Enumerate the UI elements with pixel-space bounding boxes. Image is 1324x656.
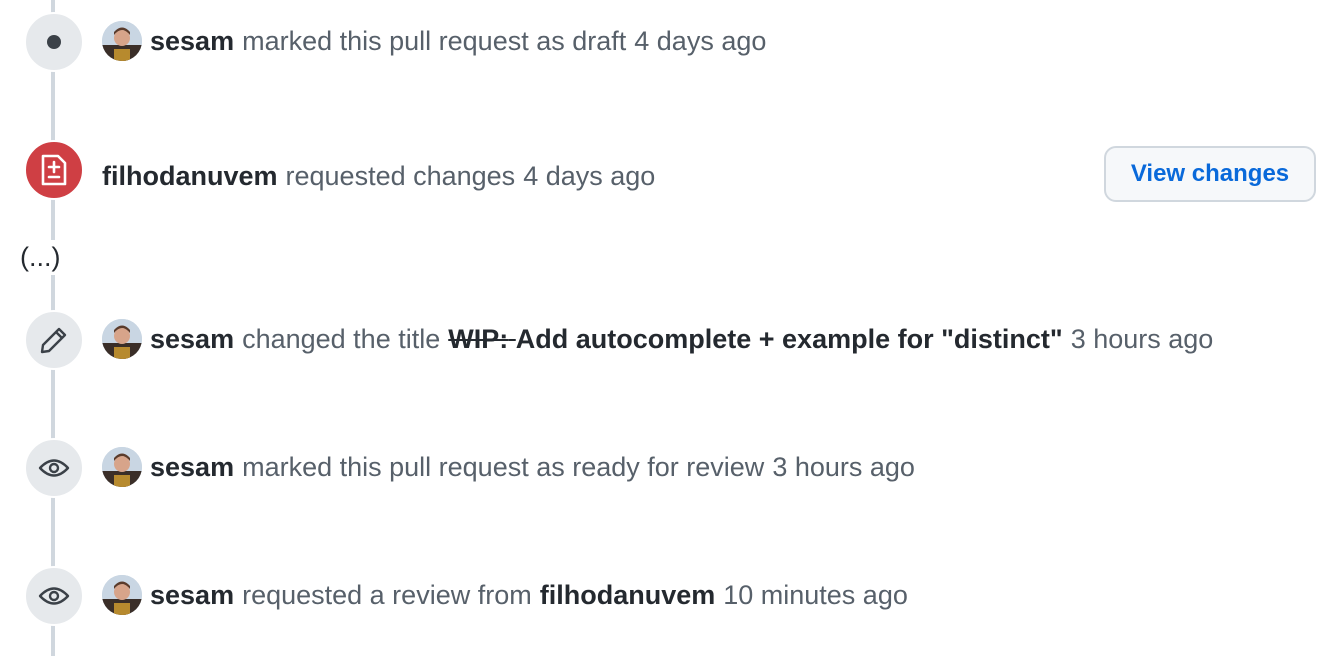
avatar[interactable]	[102, 575, 142, 615]
file-diff-icon	[39, 154, 69, 186]
event-text: marked this pull request as draft	[242, 25, 627, 56]
badge-review-requested	[24, 566, 84, 626]
avatar[interactable]	[102, 21, 142, 61]
event-time[interactable]: 10 minutes ago	[723, 580, 908, 611]
timeline-event-review-requested: sesam requested a review from filhodanuv…	[102, 575, 908, 615]
badge-draft	[24, 12, 84, 72]
badge-ready-for-review	[24, 438, 84, 498]
actor-link[interactable]: filhodanuvem	[102, 161, 278, 192]
timeline-event-changes-requested: filhodanuvem requested changes 4 days ag…	[102, 156, 655, 196]
event-time[interactable]: 4 days ago	[634, 26, 766, 57]
badge-changes-requested	[24, 140, 84, 200]
actor-link[interactable]: sesam	[150, 324, 234, 355]
event-time[interactable]: 3 hours ago	[772, 452, 915, 483]
old-title: WIP:	[448, 323, 509, 354]
avatar[interactable]	[102, 447, 142, 487]
eye-icon	[38, 457, 70, 479]
timeline-event-ready-for-review: sesam marked this pull request as ready …	[102, 447, 915, 487]
event-text: requested changes	[285, 160, 516, 191]
pencil-icon	[39, 325, 69, 355]
new-title: Add autocomplete + example for "distinct…	[515, 323, 1063, 354]
actor-link[interactable]: sesam	[150, 26, 234, 57]
event-text: changed the title	[242, 323, 441, 354]
timeline-event-draft: sesam marked this pull request as draft …	[102, 21, 766, 61]
timeline-event-title-changed: sesam changed the title WIP: Add autocom…	[102, 319, 1213, 359]
actor-link[interactable]: sesam	[150, 452, 234, 483]
actor-link[interactable]: sesam	[150, 580, 234, 611]
review-target-link[interactable]: filhodanuvem	[540, 580, 716, 611]
event-text: marked this pull request as ready for re…	[242, 451, 765, 482]
old-title-spacer	[508, 324, 516, 355]
avatar[interactable]	[102, 319, 142, 359]
collapsed-events-ellipsis: (...)	[20, 240, 61, 275]
dot-icon	[46, 34, 62, 50]
view-changes-button[interactable]: View changes	[1104, 146, 1316, 202]
badge-title-changed	[24, 310, 84, 370]
event-time[interactable]: 3 hours ago	[1071, 324, 1214, 355]
event-text: requested a review from	[242, 579, 532, 610]
eye-icon	[38, 585, 70, 607]
event-time[interactable]: 4 days ago	[523, 161, 655, 192]
